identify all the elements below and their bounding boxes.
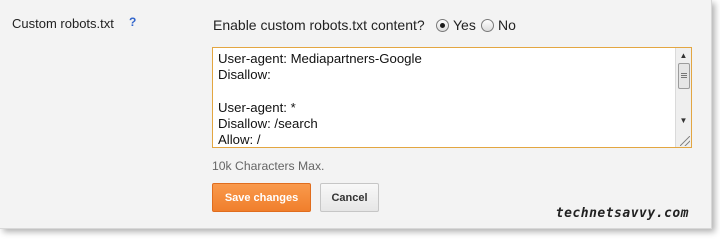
scroll-down-arrow-icon[interactable]: ▼ bbox=[676, 114, 691, 127]
scroll-up-arrow-icon[interactable]: ▲ bbox=[676, 49, 691, 62]
radio-no-button[interactable] bbox=[481, 18, 494, 32]
resize-handle-icon[interactable] bbox=[680, 136, 690, 146]
robots-textarea-content[interactable]: User-agent: Mediapartners-Google Disallo… bbox=[218, 51, 422, 148]
enable-question: Enable custom robots.txt content? bbox=[213, 17, 425, 33]
char-limit-note: 10k Characters Max. bbox=[212, 159, 325, 173]
radio-yes[interactable]: Yes bbox=[436, 16, 476, 34]
grip-line-icon bbox=[681, 75, 687, 76]
grip-line-icon bbox=[681, 73, 687, 74]
watermark-text: technetsavvy.com bbox=[555, 206, 689, 221]
robots-textarea[interactable]: User-agent: Mediapartners-Google Disallo… bbox=[212, 47, 692, 148]
grip-line-icon bbox=[681, 77, 687, 78]
scroll-thumb[interactable] bbox=[678, 63, 690, 89]
help-icon[interactable]: ? bbox=[129, 15, 136, 29]
radio-no[interactable]: No bbox=[481, 16, 516, 34]
cancel-button[interactable]: Cancel bbox=[320, 183, 379, 212]
settings-panel: Custom robots.txt ? Enable custom robots… bbox=[0, 0, 712, 229]
radio-yes-label: Yes bbox=[453, 17, 476, 33]
setting-label: Custom robots.txt bbox=[12, 16, 114, 31]
save-changes-button[interactable]: Save changes bbox=[212, 183, 311, 212]
textarea-scrollbar[interactable]: ▲ ▼ bbox=[675, 48, 691, 147]
radio-yes-button[interactable] bbox=[436, 18, 449, 32]
radio-no-label: No bbox=[498, 17, 516, 33]
